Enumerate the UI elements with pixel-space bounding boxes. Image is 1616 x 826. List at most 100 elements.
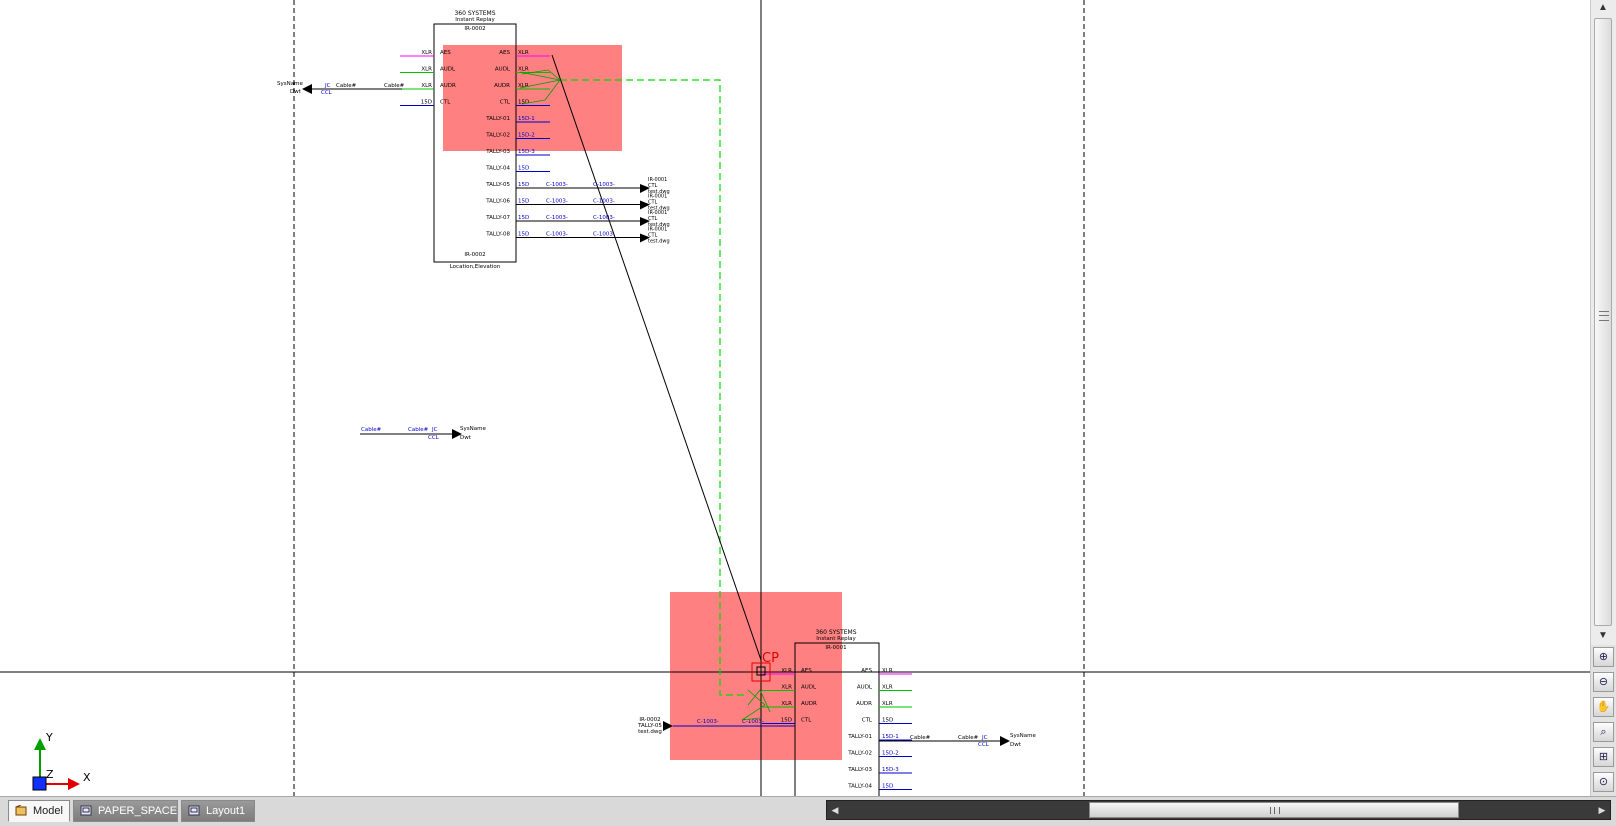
top-right-conn-label: 15D [518,182,529,188]
top-right-port-label: TALLY-02 [485,133,510,139]
tab-paper-space[interactable]: PAPER_SPACE [73,800,178,822]
layout-tab-icon [188,805,200,816]
top-right-port-label: TALLY-03 [485,149,510,155]
out-ccl: CCL [978,742,990,748]
top-right-conn-label: XLR [518,50,529,56]
scroll-left-arrow-icon[interactable]: ◀ [827,801,843,819]
scroll-up-arrow-icon[interactable]: ▲ [1591,0,1615,16]
bottom-left-conn-label: XLR [781,668,792,674]
top-right-port-label: CTL [500,100,511,106]
top-left-conn-label: 15D [421,100,432,106]
out-arrow [1000,736,1010,746]
top-cable-b: C-1003- [593,199,615,205]
tab-layout1-label: Layout1 [206,805,246,817]
grip-icon [1599,311,1609,321]
in-src3: test.dwg [638,729,662,735]
device-top-header1: 360 SYSTEMS [454,10,495,17]
zoom-out-icon[interactable]: ⊖ [1593,672,1614,692]
top-left-port-label: CTL [440,100,451,106]
top-left-port-label: AES [440,50,451,56]
zoom-realtime-icon[interactable]: ⊙ [1593,772,1614,792]
top-right-conn-label: XLR [518,83,529,89]
model-space-canvas[interactable]: 360 SYSTEMS Instant Replay IR-0002 IR-00… [0,0,1590,796]
top-right-port-label: AUDR [494,83,510,89]
top-cable-a: C-1003- [546,232,568,238]
top-right-port-label: TALLY-07 [485,215,510,221]
vertical-scroll-thumb[interactable] [1594,18,1612,626]
scroll-down-arrow-icon[interactable]: ▼ [1591,628,1615,644]
tag-mid-left-ccl: CCL [428,435,440,441]
tag-bottom-outgoing[interactable]: Cable# Cable# JC CCL SysName Dwt [879,733,1036,748]
tab-layout1[interactable]: Layout1 [181,800,255,822]
layout-tab-bar: Model PAPER_SPACE Layout1 ◀ ▶ [0,796,1616,826]
rubber-band-line [551,54,762,661]
top-right-conn-label: XLR [518,67,529,73]
top-left-port-label: AUDL [440,67,456,73]
zoom-window-icon[interactable]: ⌕ [1593,722,1614,742]
device-top-location: Location,Elevation [450,264,501,270]
pan-hand-icon[interactable]: ✋ [1593,697,1614,717]
top-right-port-label: TALLY-04 [485,166,510,172]
vertical-scrollbar[interactable]: ▲ ▼ [1590,0,1616,645]
bottom-right-port-label: AES [861,668,872,674]
tag-top-left-sys1: SysName [277,81,303,87]
zoom-in-icon[interactable]: ⊕ [1593,647,1614,667]
tag-top-left[interactable]: SysName Dwt JC CCL Cable# Cable# [277,81,405,96]
tag-top-left-jc: JC [324,83,331,89]
tag-mid-left-cable1: Cable# [361,427,382,433]
in-cable: C-1003- [697,719,719,725]
ucs-y-label: Y [45,731,53,744]
bottom-left-port-label: AUDL [801,685,817,691]
top-cable-b: C-1003- [593,182,615,188]
bottom-left-port-label: AES [801,668,812,674]
bottom-left-conn-label: 15D [781,718,792,724]
bottom-right-port-label: AUDR [856,701,872,707]
tag-top-left-ccl: CCL [321,90,333,96]
device-top-footer-id: IR-0002 [464,252,485,258]
out-jc: JC [981,735,988,741]
out-cable2: Cable# [958,735,979,741]
top-dest-3: test.dwg [648,239,670,245]
bottom-right-conn-label: 15D [882,718,893,724]
top-right-conn-label: 15D [518,100,529,106]
top-right-conn-label: 15D [518,166,529,172]
horizontal-scroll-thumb[interactable] [1089,802,1459,818]
top-cable-b: C-1003- [593,232,615,238]
horizontal-scrollbar[interactable]: ◀ ▶ [826,800,1611,820]
ucs-icon: Y X Z [32,731,91,791]
bottom-left-conn-label: XLR [781,685,792,691]
out-sys1: SysName [1010,733,1036,739]
top-right-port-label: TALLY-05 [485,182,510,188]
device-bottom-header1: 360 SYSTEMS [815,629,856,636]
bottom-right-conn-label: XLR [882,668,893,674]
tab-paper-space-label: PAPER_SPACE [98,805,178,817]
device-bottom-id: IR-0001 [825,645,846,651]
top-right-port-label: TALLY-01 [485,116,510,122]
bottom-right-conn-label: 15D-2 [882,751,899,757]
tag-mid-left-sys1: SysName [460,426,486,432]
device-bottom-header2: Instant Replay [816,636,856,642]
scroll-right-arrow-icon[interactable]: ▶ [1594,801,1610,819]
top-right-conn-label: 15D-1 [518,116,535,122]
drawing-svg[interactable]: 360 SYSTEMS Instant Replay IR-0002 IR-00… [0,0,1590,796]
tag-mid-left-sys2: Dwt [460,435,472,441]
top-right-conn-label: 15D [518,199,529,205]
bottom-right-port-label: TALLY-01 [847,734,872,740]
top-right-port-label: AES [499,50,510,56]
bottom-right-conn-label: 15D-3 [882,767,899,773]
top-left-port-label: AUDR [440,83,456,89]
bottom-right-port-label: CTL [862,718,873,724]
bottom-left-conn-label: XLR [781,701,792,707]
top-cable-a: C-1003- [546,199,568,205]
top-cable-a: C-1003- [546,215,568,221]
tag-top-left-cable2: Cable# [384,83,405,89]
model-tab-icon [15,805,27,816]
tab-model[interactable]: Model [8,800,70,822]
tag-mid-left[interactable]: Cable# Cable# JC CCL SysName Dwt [360,426,486,441]
bottom-right-port-label: TALLY-03 [847,767,872,773]
zoom-extents-icon[interactable]: ⊞ [1593,747,1614,767]
top-right-conn-label: 15D [518,215,529,221]
top-right-port-label: AUDL [495,67,511,73]
bottom-right-port-label: TALLY-04 [847,784,872,790]
bottom-right-conn-label: 15D-1 [882,734,899,740]
